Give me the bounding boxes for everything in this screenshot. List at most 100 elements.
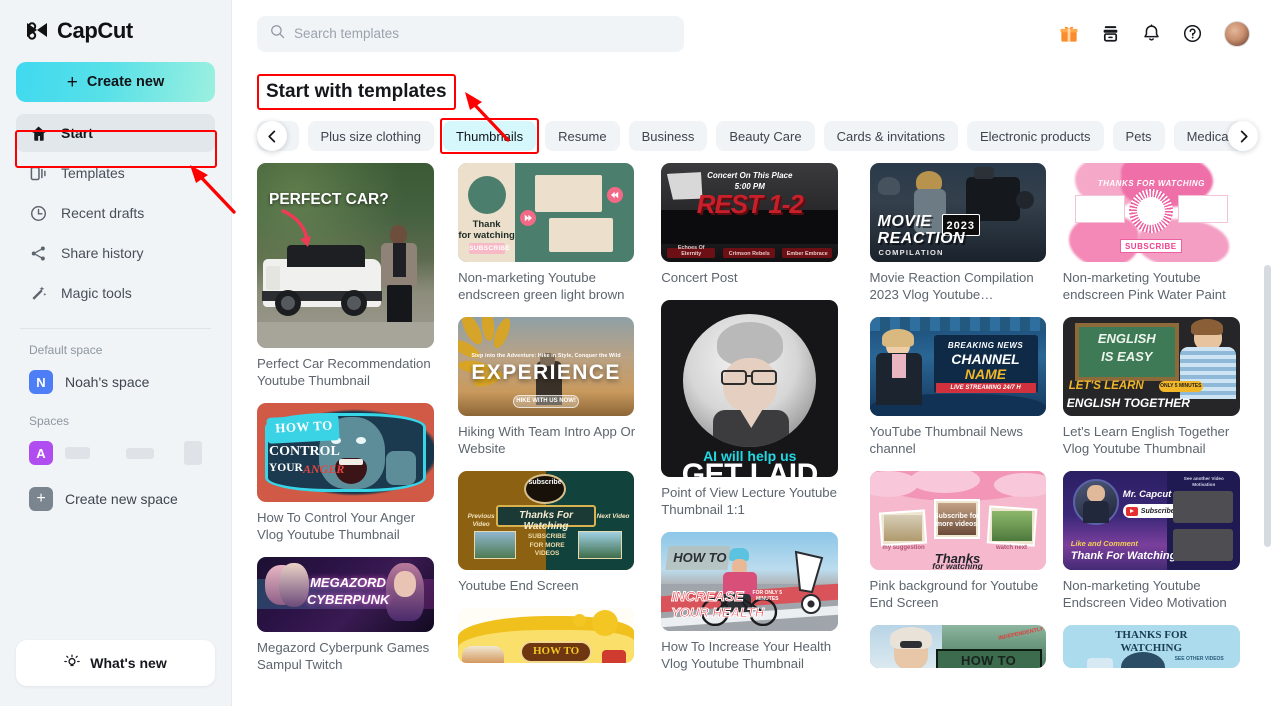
create-new-label: Create new <box>86 74 165 90</box>
tab-electronic-products[interactable]: Electronic products <box>966 121 1104 151</box>
tab-thumbnails[interactable]: Thumbnails <box>442 121 537 151</box>
search-input[interactable] <box>294 26 671 41</box>
share-icon <box>29 244 48 263</box>
thumb-text: subscribe <box>528 479 562 486</box>
thumb-text: FOR ONLY 5 MINUTES <box>752 590 782 602</box>
sidebar-item-share-history[interactable]: Share history <box>16 234 215 272</box>
sidebar-item-recent-drafts[interactable]: Recent drafts <box>16 194 215 232</box>
thumb-text: NAME <box>964 366 1007 382</box>
thumb-text: SUBSCRIBE FOR MORE VIDEOS <box>527 533 567 557</box>
template-title: Non-marketing Youtube Endscreen Video Mo… <box>1062 578 1227 610</box>
thumb-text: Like and Comment <box>1070 539 1138 548</box>
template-card[interactable]: MEGAZORD CYBERPUNK Megazord Cyberpunk Ga… <box>257 557 444 673</box>
template-card[interactable]: HOW TO <box>458 608 647 663</box>
tab-cards-invitations[interactable]: Cards & invitations <box>823 121 958 151</box>
template-thumbnail: ENGLISH IS EASY LET'S LEARN ONLY 5 MINUT… <box>1062 317 1240 416</box>
template-card[interactable]: AI will help us GET LAID Point of View L… <box>661 300 855 518</box>
search-box[interactable] <box>257 15 684 52</box>
sidebar-item-templates[interactable]: Templates <box>16 154 215 192</box>
template-card[interactable]: Thank for watching SUBSCRIBE Non-marketi… <box>458 163 647 303</box>
thumb-text: BREAKING NEWS <box>947 341 1024 350</box>
thumb-text: INCREASE <box>671 588 744 605</box>
thumb-text: ENGLISH TOGETHER <box>1066 396 1190 410</box>
gift-icon[interactable] <box>1059 24 1079 44</box>
template-thumbnail: subscribe Thanks For Watching Previous V… <box>458 471 635 570</box>
template-card[interactable]: Step into the Adventure: Hike in Style, … <box>458 317 647 457</box>
whats-new-button[interactable]: What's new <box>16 640 215 686</box>
thumb-text: ONLY 5 MINUTES <box>1160 383 1202 389</box>
bell-icon[interactable] <box>1142 24 1161 43</box>
space-item-placeholder[interactable]: A <box>16 435 215 471</box>
tab-resume[interactable]: Resume <box>545 121 620 151</box>
grid-column: Concert On This Place 5:00 PM REST 1-2 E… <box>661 163 855 687</box>
template-card[interactable]: BREAKING NEWS CHANNEL NAME LIVE STREAMIN… <box>869 317 1049 457</box>
thumb-text: CHANNEL <box>951 351 1020 367</box>
template-thumbnail: BREAKING NEWS CHANNEL NAME LIVE STREAMIN… <box>869 317 1046 416</box>
template-card[interactable]: HOW TO INCREASE YOUR HEALTH FOR ONLY 5 M… <box>661 532 855 672</box>
template-card[interactable]: subscribe Thanks For Watching Previous V… <box>458 471 647 594</box>
template-card[interactable]: Concert On This Place 5:00 PM REST 1-2 E… <box>661 163 855 286</box>
thumb-text: Mr. Capcut <box>1122 489 1172 500</box>
tabs-next-button[interactable] <box>1228 121 1258 151</box>
space-avatar: A <box>29 441 53 465</box>
template-thumbnail: HOW TO INDEPENDENTLY <box>869 625 1046 668</box>
space-item-noah[interactable]: N Noah's space <box>16 364 215 400</box>
template-thumbnail: Mr. Capcut Subscribe Like and Comment Th… <box>1062 471 1240 570</box>
magic-wand-icon <box>29 284 48 303</box>
templates-grid[interactable]: PERFECT CAR? Perfect Car Recommendation … <box>232 163 1280 706</box>
grid-scrollbar-thumb[interactable] <box>1264 265 1271 547</box>
template-card[interactable]: THANKS FOR WATCHING SUBSCRIBE Non-market… <box>1062 163 1255 303</box>
lightbulb-icon <box>64 654 80 673</box>
skeleton-bar <box>65 447 91 459</box>
thumb-text: SEE OTHER VIDEOS <box>1174 656 1224 662</box>
template-card[interactable]: THANKS FOR WATCHING SEE OTHER VIDEOS <box>1062 625 1255 668</box>
app-logo[interactable]: CapCut <box>16 0 215 62</box>
tab-pets[interactable]: Pets <box>1112 121 1165 151</box>
tab-business[interactable]: Business <box>628 121 708 151</box>
default-space-label: Default space <box>29 343 103 357</box>
template-title: Perfect Car Recommendation Youtube Thumb… <box>257 356 431 388</box>
template-thumbnail: HOW TO CONTROL YOUR ANGER <box>257 403 434 502</box>
template-title: YouTube Thumbnail News channel <box>869 424 1023 456</box>
thumb-text: HOW TO <box>532 645 580 657</box>
tabs-scroller[interactable]: s Plus size clothing Thumbnails Resume B… <box>232 113 1280 159</box>
avatar[interactable] <box>1224 20 1250 47</box>
thumb-text: COMPILATION <box>878 248 944 257</box>
grid-column: THANKS FOR WATCHING SUBSCRIBE Non-market… <box>1062 163 1255 687</box>
sidebar-item-label: Recent drafts <box>61 205 145 221</box>
sidebar-item-magic-tools[interactable]: Magic tools <box>16 274 215 312</box>
create-new-space-button[interactable]: + Create new space <box>16 481 215 517</box>
top-bar-icons <box>1059 20 1250 47</box>
tab-beauty-care[interactable]: Beauty Care <box>716 121 815 151</box>
template-thumbnail: AI will help us GET LAID <box>661 300 839 477</box>
template-title: Let's Learn English Together Vlog Youtub… <box>1062 424 1230 456</box>
sidebar-item-start[interactable]: Start <box>16 114 215 152</box>
sidebar-divider <box>20 328 211 329</box>
thumb-text: Ember Embrace <box>786 250 828 257</box>
tabs-prev-button[interactable] <box>257 121 287 151</box>
thumb-text: Crimson Rebels <box>728 250 770 257</box>
thumb-text: Thanks For Watching <box>519 510 574 532</box>
thumb-text: IS EASY <box>1101 349 1153 364</box>
create-new-button[interactable]: + Create new <box>16 62 215 102</box>
template-card[interactable]: ENGLISH IS EASY LET'S LEARN ONLY 5 MINUT… <box>1062 317 1255 457</box>
template-card[interactable]: HOW TO CONTROL YOUR ANGER How To Control… <box>257 403 444 543</box>
spaces-label: Spaces <box>29 414 70 428</box>
thumb-text: See another Video Motivation <box>1183 476 1224 487</box>
app-logo-text: CapCut <box>57 18 133 43</box>
skeleton-block <box>183 441 202 465</box>
archive-icon[interactable] <box>1101 24 1120 43</box>
template-card[interactable]: HOW TO INDEPENDENTLY <box>869 625 1049 668</box>
help-icon[interactable] <box>1183 24 1202 43</box>
thumb-text: Thank <box>472 219 501 230</box>
templates-icon <box>29 164 48 183</box>
thumb-text: PERFECT CAR? <box>269 191 389 208</box>
template-card[interactable]: Subscribe for more videos my suggestion … <box>869 471 1049 611</box>
template-card[interactable]: PERFECT CAR? Perfect Car Recommendation … <box>257 163 444 389</box>
grid-scrollbar-track[interactable] <box>1264 163 1275 706</box>
template-card[interactable]: MOVIE 2023 REACTION COMPILATION Movie Re… <box>869 163 1049 303</box>
tab-plus-size-clothing[interactable]: Plus size clothing <box>307 121 434 151</box>
sidebar-item-label: Magic tools <box>61 285 132 301</box>
template-card[interactable]: Mr. Capcut Subscribe Like and Comment Th… <box>1062 471 1255 611</box>
space-name: Noah's space <box>65 374 150 390</box>
